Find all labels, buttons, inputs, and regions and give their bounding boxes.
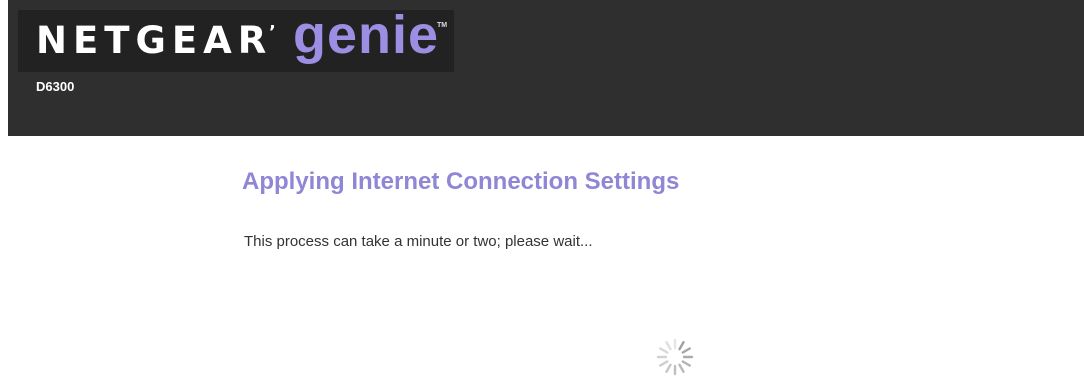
spinner-spoke bbox=[681, 347, 691, 354]
spinner-spokes bbox=[656, 338, 694, 376]
status-message: This process can take a minute or two; p… bbox=[244, 233, 593, 250]
spinner-spoke bbox=[665, 363, 672, 373]
loading-spinner-icon bbox=[656, 338, 694, 376]
spinner-spoke bbox=[665, 341, 672, 351]
spinner-spoke bbox=[659, 360, 669, 367]
spinner-spoke bbox=[659, 347, 669, 354]
brand-genie-wordmark: genie bbox=[293, 5, 440, 65]
spinner-spoke bbox=[678, 363, 685, 373]
page-title: Applying Internet Connection Settings bbox=[242, 168, 680, 195]
model-name: D6300 bbox=[36, 79, 75, 94]
header-bar: NETGEAR ’ genie TM D6300 bbox=[8, 0, 1084, 136]
spinner-spoke bbox=[681, 360, 691, 367]
brand-netgear-wordmark: NETGEAR bbox=[36, 19, 273, 62]
trademark-mark: TM bbox=[437, 22, 448, 29]
spinner-spoke bbox=[678, 341, 685, 351]
brand-mark-dot: ’ bbox=[269, 22, 276, 43]
